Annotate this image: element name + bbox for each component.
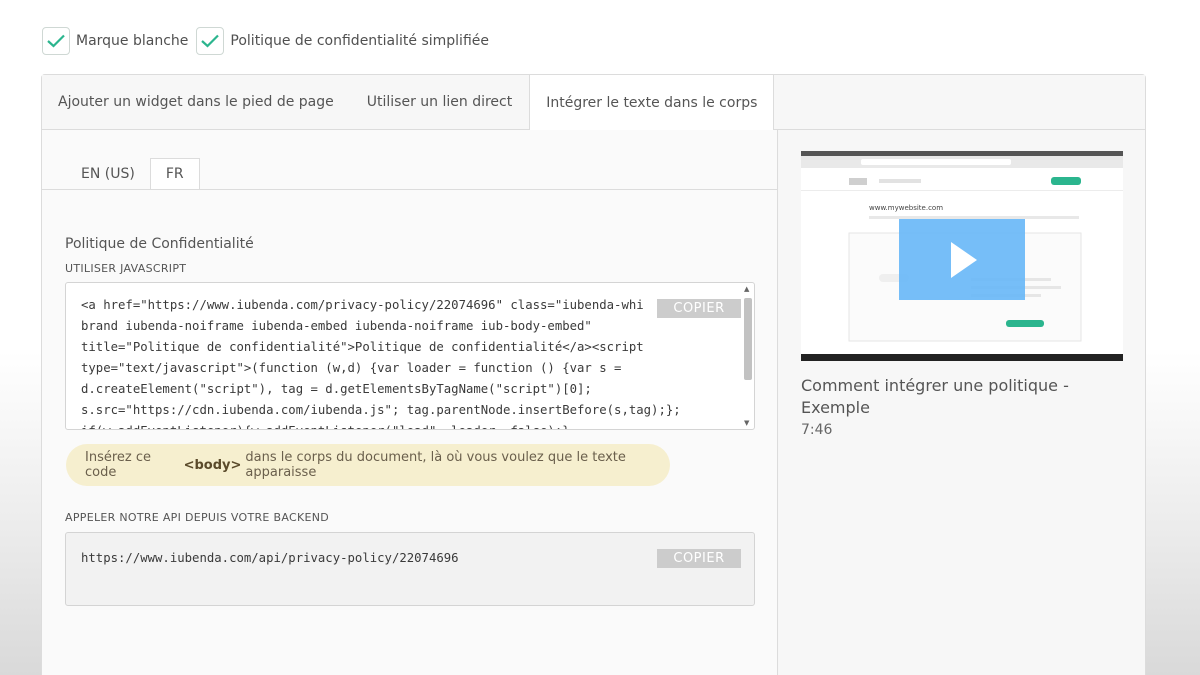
scroll-down-icon[interactable]: ▼ <box>744 419 749 427</box>
language-tabs-divider <box>42 189 777 190</box>
code-line: d.createElement("script"), tag = d.getEl… <box>81 382 592 396</box>
code-line: brand iubenda-noiframe iubenda-embed iub… <box>81 319 592 333</box>
api-url-field[interactable]: https://www.iubenda.com/api/privacy-poli… <box>65 532 755 606</box>
tab-embed-text[interactable]: Intégrer le texte dans le corps <box>529 75 775 131</box>
simplified-policy-checkbox[interactable] <box>196 27 225 55</box>
video-sidebar: www.mywebsite.com Comment intégrer une p… <box>779 130 1145 675</box>
embed-code[interactable]: <a href="https://www.iubenda.com/privacy… <box>66 283 754 429</box>
code-line: title="Politique de confidentialité">Pol… <box>81 340 644 354</box>
checkmark-icon <box>201 34 220 48</box>
integration-panel: Ajouter un widget dans le pied de page U… <box>41 74 1146 675</box>
copy-embed-code-button[interactable]: COPIER <box>657 299 741 318</box>
code-line: <a href="https://www.iubenda.com/privacy… <box>81 298 644 312</box>
simplified-policy-option[interactable]: Politique de confidentialité simplifiée <box>196 27 489 55</box>
code-scrollbar[interactable]: ▲ ▼ <box>743 285 752 427</box>
options-bar: Marque blanche Politique de confidential… <box>42 27 497 55</box>
white-label-label: Marque blanche <box>76 33 189 49</box>
tab-lang-en-us[interactable]: EN (US) <box>66 158 150 189</box>
notice-text-after: dans le corps du document, là où vous vo… <box>245 450 626 480</box>
api-label: APPELER NOTRE API DEPUIS VOTRE BACKEND <box>65 511 330 524</box>
code-line: s.src="https://cdn.iubenda.com/iubenda.j… <box>81 403 681 417</box>
code-line: type="text/javascript">(function (w,d) {… <box>81 361 622 375</box>
white-label-option[interactable]: Marque blanche <box>42 27 188 55</box>
policy-title: Politique de Confidentialité <box>65 236 254 252</box>
tutorial-video-thumbnail[interactable]: www.mywebsite.com <box>801 151 1123 361</box>
checkmark-icon <box>47 34 65 48</box>
embed-content: EN (US) FR Politique de Confidentialité … <box>42 130 778 675</box>
scrollbar-thumb[interactable] <box>744 298 752 380</box>
video-duration: 7:46 <box>801 422 833 438</box>
embed-code-textarea[interactable]: <a href="https://www.iubenda.com/privacy… <box>65 282 755 430</box>
tab-lang-fr[interactable]: FR <box>149 158 200 189</box>
tab-direct-link[interactable]: Utiliser un lien direct <box>351 75 529 129</box>
notice-code: <body> <box>183 457 242 473</box>
simplified-policy-label: Politique de confidentialité simplifiée <box>230 33 489 49</box>
scroll-up-icon[interactable]: ▲ <box>744 285 749 293</box>
api-url[interactable]: https://www.iubenda.com/api/privacy-poli… <box>66 533 754 569</box>
copy-api-url-button[interactable]: COPIER <box>657 549 741 568</box>
integration-tabs: Ajouter un widget dans le pied de page U… <box>42 75 1145 131</box>
javascript-label: UTILISER JAVASCRIPT <box>65 262 187 275</box>
embed-notice: Insérez ce code <body> dans le corps du … <box>66 444 670 486</box>
video-title[interactable]: Comment intégrer une politique - Exemple <box>801 375 1101 419</box>
code-line: if(w.addEventListener){w.addEventListene… <box>81 421 740 429</box>
notice-text-before: Insérez ce code <box>85 450 152 480</box>
language-tabs: EN (US) FR <box>66 158 777 189</box>
white-label-checkbox[interactable] <box>42 27 70 55</box>
video-preview-image: www.mywebsite.com <box>801 156 1123 354</box>
tab-footer-widget[interactable]: Ajouter un widget dans le pied de page <box>42 75 351 129</box>
video-preview-site: www.mywebsite.com <box>869 204 943 212</box>
